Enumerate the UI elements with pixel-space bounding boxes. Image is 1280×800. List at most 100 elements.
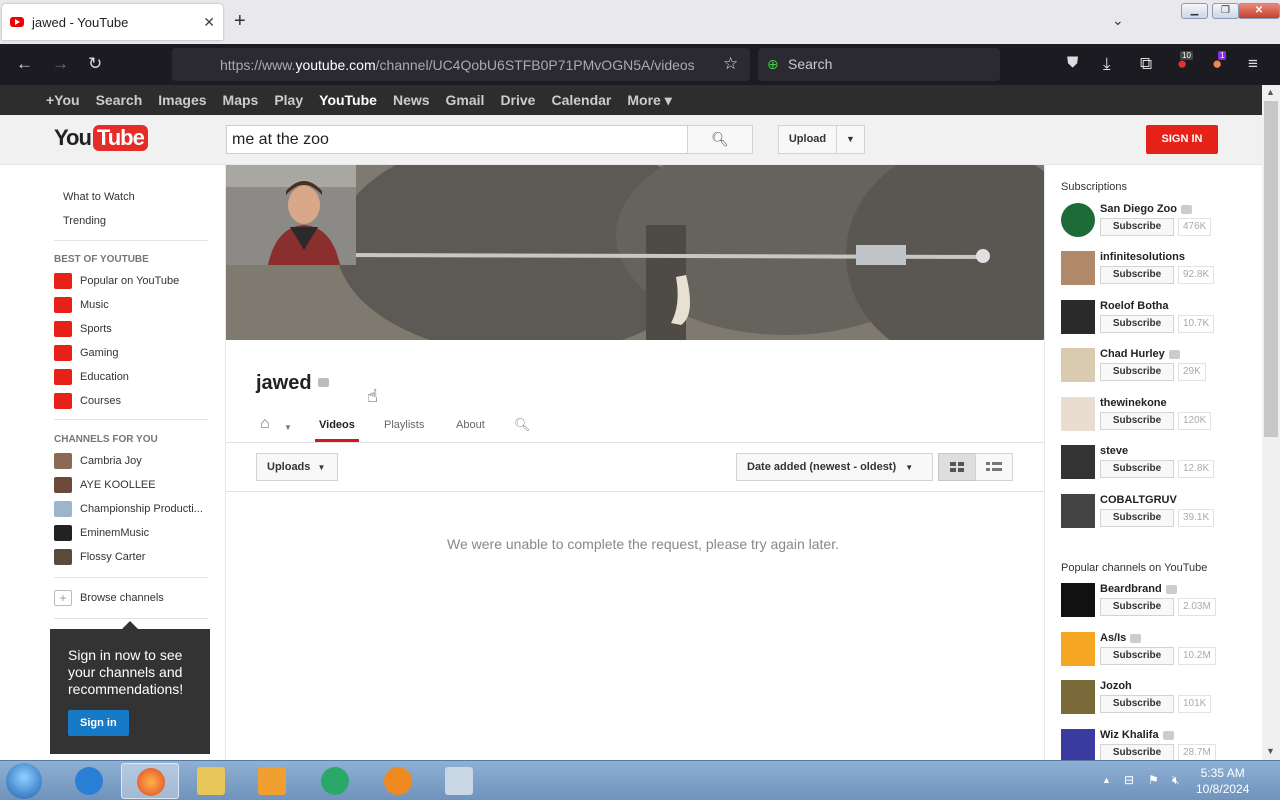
signin-promo-button[interactable]: Sign in [68,710,129,736]
channel-link[interactable]: Wiz Khalifa [1100,729,1174,741]
reload-icon[interactable]: ↻ [88,54,102,74]
grid-view-button[interactable] [938,453,976,481]
tab-about[interactable]: About [456,419,485,431]
guide-channel-item[interactable]: EminemMusic [54,525,149,541]
guide-link-what-to-watch[interactable]: What to Watch [63,191,135,203]
scroll-down-arrow-icon[interactable]: ▼ [1266,746,1275,756]
channel-thumbnail[interactable] [1061,203,1095,237]
taskbar-explorer[interactable] [182,763,240,799]
guide-item-education[interactable]: Education [54,369,129,385]
gbar-item[interactable]: Images [150,92,214,108]
browse-channels-link[interactable]: + Browse channels [54,590,164,606]
subscribe-button[interactable]: Subscribe [1100,266,1174,284]
gbar-item[interactable]: +You [38,92,88,108]
uploads-dropdown[interactable]: Uploads ▼ [256,453,338,481]
tab-playlists[interactable]: Playlists [384,419,424,431]
guide-link-trending[interactable]: Trending [63,215,106,227]
channel-link[interactable]: steve [1100,445,1128,457]
guide-item-courses[interactable]: Courses [54,393,121,409]
channel-thumbnail[interactable] [1061,729,1095,763]
channel-link[interactable]: Chad Hurley [1100,348,1180,360]
tab-videos[interactable]: Videos [315,419,359,442]
bookmark-star-icon[interactable]: ☆ [723,54,738,74]
pocket-icon[interactable]: ⛊ [1067,54,1078,71]
channel-link[interactable]: COBALTGRUV [1100,494,1177,506]
taskbar-app-green[interactable] [306,763,364,799]
subscribe-button[interactable]: Subscribe [1100,509,1174,527]
channel-link[interactable]: Jozoh [1100,680,1132,692]
home-icon[interactable]: ⌂ [260,415,270,433]
channel-thumbnail[interactable] [1061,348,1095,382]
downloads-icon[interactable]: ⤓ [1103,54,1111,74]
channel-thumbnail[interactable] [1061,632,1095,666]
system-clock[interactable]: 5:35 AM 10/8/2024 [1196,765,1249,797]
scrollbar-thumb[interactable] [1264,101,1278,437]
list-view-button[interactable] [975,453,1013,481]
back-arrow-icon[interactable]: ← [16,54,33,74]
taskbar-media[interactable] [243,763,301,799]
guide-channel-item[interactable]: Flossy Carter [54,549,145,565]
action-center-flag-icon[interactable]: ⚑ [1148,773,1159,787]
tray-expand-icon[interactable]: ▲ [1102,775,1111,785]
subscribe-button[interactable]: Subscribe [1100,460,1174,478]
guide-item-music[interactable]: Music [54,297,109,313]
channel-thumbnail[interactable] [1061,680,1095,714]
taskbar-firefox[interactable] [121,763,179,799]
subscribe-button[interactable]: Subscribe [1100,598,1174,616]
subscribe-button[interactable]: Subscribe [1100,647,1174,665]
extensions-icon[interactable]: ⧉ [1140,54,1152,74]
taskbar-calculator[interactable] [430,763,488,799]
new-tab-icon[interactable]: + [234,10,246,33]
youtube-search-input[interactable]: me at the zoo [226,125,688,154]
guide-item-sports[interactable]: Sports [54,321,112,337]
subscribe-button[interactable]: Subscribe [1100,412,1174,430]
gbar-item[interactable]: Search [88,92,151,108]
guide-channel-item[interactable]: AYE KOOLLEE [54,477,156,493]
guide-channel-item[interactable]: Cambria Joy [54,453,142,469]
network-icon[interactable]: ⊟ [1124,773,1134,787]
channel-link[interactable]: thewinekone [1100,397,1167,409]
menu-hamburger-icon[interactable]: ≡ [1248,54,1258,74]
home-menu-chevron-icon[interactable]: ▼ [284,423,292,432]
channel-link[interactable]: infinitesolutions [1100,251,1185,263]
taskbar-app-orange[interactable] [369,763,427,799]
list-tabs-chevron-icon[interactable]: ⌄ [1112,12,1124,29]
forward-arrow-icon[interactable]: → [52,54,69,74]
gbar-item[interactable]: News [385,92,438,108]
channel-thumbnail[interactable] [1061,397,1095,431]
volume-muted-icon[interactable]: 🔇︎ [1172,773,1180,788]
gbar-item[interactable]: Calendar [543,92,619,108]
channel-thumbnail[interactable] [1061,445,1095,479]
tab-close-icon[interactable]: ✕ [203,14,215,31]
restore-button[interactable]: ❐ [1212,3,1239,19]
upload-button[interactable]: Upload [778,125,837,154]
window-close-button[interactable]: ✕ [1238,3,1280,19]
guide-channel-item[interactable]: Championship Producti... [54,501,203,517]
gbar-item-youtube[interactable]: YouTube [311,92,385,108]
gbar-item[interactable]: Gmail [438,92,493,108]
subscribe-button[interactable]: Subscribe [1100,218,1174,236]
youtube-logo[interactable]: You Tube [54,125,148,151]
subscribe-button[interactable]: Subscribe [1100,363,1174,381]
channel-search-icon[interactable]: 🔍︎ [514,417,531,433]
channel-link[interactable]: Beardbrand [1100,583,1177,595]
channel-link[interactable]: Roelof Botha [1100,300,1168,312]
channel-thumbnail[interactable] [1061,300,1095,334]
minimize-button[interactable]: ▁ [1181,3,1208,19]
page-scrollbar[interactable]: ▲ ▼ [1262,85,1280,760]
start-button[interactable] [6,763,42,799]
gbar-item[interactable]: Play [266,92,311,108]
scroll-up-arrow-icon[interactable]: ▲ [1266,87,1275,97]
channel-link[interactable]: As/Is [1100,632,1142,644]
browser-search-field[interactable]: ⊕ Search [758,48,1000,81]
taskbar-internet-explorer[interactable] [60,763,118,799]
channel-thumbnail[interactable] [1061,583,1095,617]
subscribe-button[interactable]: Subscribe [1100,695,1174,713]
channel-link[interactable]: San Diego Zoo [1100,203,1192,215]
browser-tab[interactable]: jawed - YouTube ✕ [2,4,223,40]
search-button[interactable]: 🔍︎ [687,125,753,154]
channel-thumbnail[interactable] [1061,251,1095,285]
channel-thumbnail[interactable] [1061,494,1095,528]
channel-name[interactable]: jawed [256,372,312,395]
address-bar[interactable]: https://www.youtube.com/channel/UC4QobU6… [172,48,750,81]
